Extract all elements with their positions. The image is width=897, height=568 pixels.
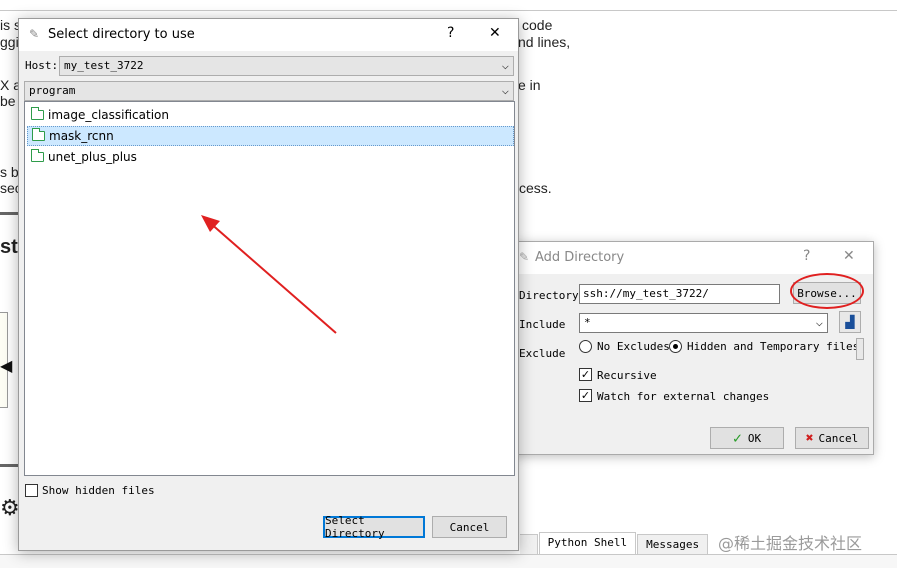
host-value: my_test_3722 [64, 59, 144, 72]
chevron-down-icon: ⌵ [815, 315, 823, 329]
tree-item-label: image_classification [48, 108, 169, 122]
help-button[interactable]: ? [447, 25, 454, 41]
directory-input[interactable]: ssh://my_test_3722/ [579, 284, 780, 304]
check-icon: ✓ [732, 429, 742, 447]
tab-messages[interactable]: Messages [637, 534, 709, 554]
folder-icon [31, 107, 44, 120]
exclude-edit-icon[interactable] [856, 338, 864, 360]
tree-item[interactable]: unet_plus_plus [27, 147, 514, 167]
background-text-fragment: nd lines, [518, 34, 571, 50]
close-icon[interactable]: ✕ [843, 248, 855, 264]
arrow-left-icon: ◀ [0, 356, 13, 375]
help-button[interactable]: ? [803, 248, 810, 264]
watch-label: Watch for external changes [597, 390, 770, 403]
directory-tree[interactable]: image_classification mask_rcnn unet_plus… [24, 101, 515, 476]
include-value: * [584, 316, 591, 329]
show-hidden-label: Show hidden files [42, 484, 155, 497]
cancel-button[interactable]: ✖ Cancel [795, 427, 869, 449]
pencil-icon: ✎ [519, 250, 530, 264]
path-select[interactable]: program ⌵ [24, 81, 514, 101]
host-select[interactable]: my_test_3722 ⌵ [59, 56, 514, 76]
chevron-down-icon: ⌵ [501, 83, 509, 97]
background-rule [0, 464, 18, 467]
tree-item[interactable]: image_classification [27, 105, 514, 125]
tree-item-selected[interactable]: mask_rcnn [27, 126, 514, 146]
shell-tab-bar: Python Shell Messages [520, 532, 709, 554]
select-directory-titlebar: ✎ Select directory to use ? ✕ [19, 19, 518, 51]
shell-output-area [0, 554, 897, 568]
background-text-fragment: cess. [519, 180, 552, 196]
host-label: Host: [25, 59, 59, 72]
watch-checkbox[interactable]: ✓ [579, 389, 592, 402]
watermark: @稀土掘金技术社区 [718, 534, 863, 553]
add-directory-title: Add Directory [535, 250, 625, 265]
shell-tab-partial[interactable] [520, 534, 538, 554]
cancel-button[interactable]: Cancel [432, 516, 507, 538]
exclude-label: Exclude [519, 347, 566, 360]
annotation-arrow [201, 215, 337, 334]
background-text-fragment: ggi [0, 34, 19, 50]
gear-icon: ⚙ [0, 496, 20, 521]
add-directory-titlebar: ✎ Add Directory ? ✕ [513, 242, 873, 274]
pencil-icon: ✎ [29, 27, 40, 41]
tree-item-label: mask_rcnn [49, 129, 114, 143]
select-directory-title: Select directory to use [48, 27, 195, 42]
no-excludes-label: No Excludes [597, 340, 670, 353]
folder-icon [32, 128, 45, 141]
tab-python-shell[interactable]: Python Shell [538, 532, 637, 554]
ok-button[interactable]: ✓ OK [710, 427, 784, 449]
select-directory-button[interactable]: Select Directory [323, 514, 425, 540]
background-text-fragment: code [522, 17, 553, 33]
cancel-x-icon: ✖ [805, 430, 814, 446]
cancel-button-label: Cancel [818, 431, 859, 445]
background-divider [0, 10, 897, 11]
ok-button-label: OK [747, 431, 762, 445]
hidden-temp-label: Hidden and Temporary files [687, 340, 860, 353]
select-directory-dialog: ✎ Select directory to use ? ✕ Host: my_t… [18, 18, 519, 551]
background-rule [0, 212, 18, 215]
path-value: program [29, 84, 76, 97]
chevron-down-icon: ⌵ [501, 58, 509, 72]
recursive-label: Recursive [597, 369, 657, 382]
tree-item-label: unet_plus_plus [48, 150, 137, 164]
add-directory-dialog: ✎ Add Directory ? ✕ Directory ssh://my_t… [512, 241, 874, 455]
annotation-circle [790, 273, 864, 309]
directory-label: Directory [519, 289, 579, 302]
hidden-temp-radio[interactable] [669, 340, 682, 353]
background-heading: st [0, 236, 18, 258]
show-hidden-checkbox[interactable] [25, 484, 38, 497]
folder-icon [31, 149, 44, 162]
pattern-edit-icon[interactable]: ▟ [839, 311, 861, 333]
no-excludes-radio[interactable] [579, 340, 592, 353]
recursive-checkbox[interactable]: ✓ [579, 368, 592, 381]
include-select[interactable]: * ⌵ [579, 313, 828, 333]
background-text-fragment: e in [518, 77, 541, 93]
close-icon[interactable]: ✕ [489, 25, 501, 41]
include-label: Include [519, 318, 566, 331]
